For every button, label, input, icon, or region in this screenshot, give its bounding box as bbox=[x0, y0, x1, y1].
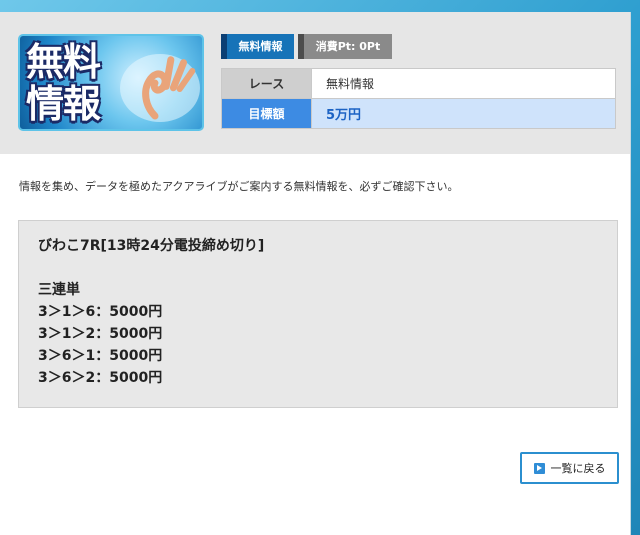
intro-text: 情報を集め、データを極めたアクアライブがご案内する無料情報を、必ずご確認下さい。 bbox=[19, 180, 459, 193]
hand-ok-sign-image bbox=[120, 54, 200, 122]
points-tag: 消費Pt: 0Pt bbox=[298, 34, 392, 59]
table-row: 目標額 5万円 bbox=[221, 98, 616, 129]
content-panel: 無料 情報 無料情報 消費Pt: 0Pt レース 無料情報 目標額 5万円 情報… bbox=[0, 12, 631, 535]
race-value: 無料情報 bbox=[311, 68, 616, 99]
banner-title-line1: 無料 bbox=[26, 40, 101, 84]
header-area: 無料 情報 無料情報 消費Pt: 0Pt レース 無料情報 目標額 5万円 bbox=[0, 12, 630, 154]
race-title: びわこ7R[13時24分電投締め切り] bbox=[38, 238, 265, 254]
prediction-box: びわこ7R[13時24分電投締め切り] 三連単 3＞1＞6：5000円 3＞1＞… bbox=[18, 220, 618, 408]
race-label: レース bbox=[221, 68, 312, 99]
arrow-right-icon bbox=[533, 462, 545, 474]
target-amount-label: 目標額 bbox=[221, 98, 312, 129]
bet-line: 3＞6＞1：5000円 bbox=[38, 348, 163, 364]
bet-line: 3＞1＞2：5000円 bbox=[38, 326, 163, 342]
bet-type: 三連単 bbox=[38, 282, 80, 298]
bet-line: 3＞6＞2：5000円 bbox=[38, 370, 163, 386]
back-to-list-button[interactable]: 一覧に戻る bbox=[520, 452, 619, 484]
table-row: レース 無料情報 bbox=[221, 68, 616, 99]
info-table: レース 無料情報 目標額 5万円 bbox=[221, 68, 616, 129]
free-info-banner: 無料 情報 bbox=[18, 34, 204, 131]
back-button-label: 一覧に戻る bbox=[550, 462, 606, 475]
free-info-tag: 無料情報 bbox=[221, 34, 294, 59]
bet-line: 3＞1＞6：5000円 bbox=[38, 304, 163, 320]
target-amount-value: 5万円 bbox=[311, 98, 616, 129]
banner-title-line2: 情報 bbox=[26, 82, 101, 126]
